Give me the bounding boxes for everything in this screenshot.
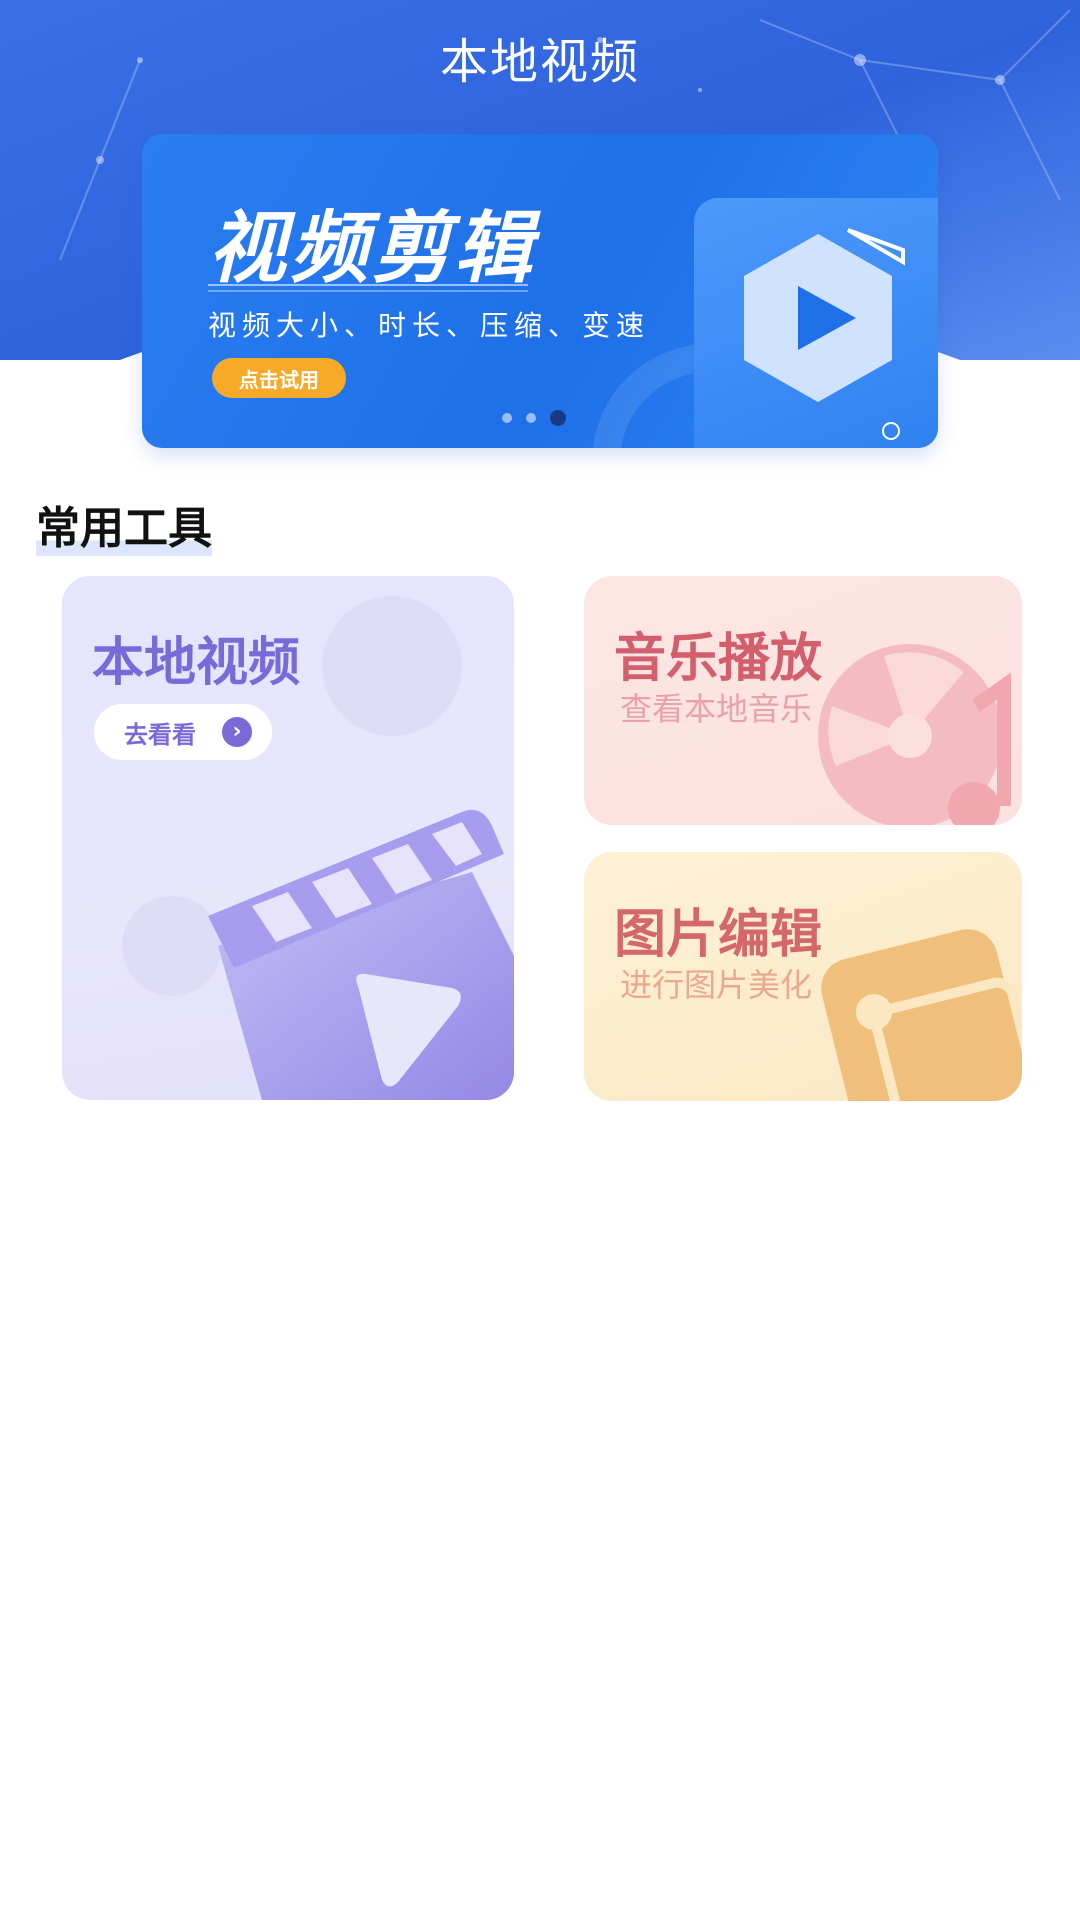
- page-title: 本地视频: [439, 34, 640, 90]
- banner-title: 视频剪辑: [208, 204, 537, 294]
- chevron-right-icon: ›: [222, 717, 252, 747]
- go-see-button[interactable]: 去看看 ›: [94, 704, 272, 760]
- tool-title-music: 音乐播放: [614, 629, 823, 689]
- carousel-dot[interactable]: [526, 413, 536, 423]
- carousel-indicator: [502, 410, 566, 426]
- tool-subtitle-music: 查看本地音乐: [620, 690, 813, 728]
- carousel-dot-active[interactable]: [550, 410, 566, 426]
- tool-title-photo: 图片编辑: [614, 905, 823, 965]
- banner-divider: [208, 284, 528, 292]
- section-title: 常用工具: [36, 492, 212, 556]
- circle-icon: [882, 422, 900, 440]
- go-see-label: 去看看: [124, 720, 196, 749]
- promo-banner[interactable]: 视频剪辑 视频大小、时长、压缩、变速 点击试用: [142, 134, 938, 448]
- tool-card-local-video[interactable]: 本地视频 去看看 ›: [62, 576, 514, 1100]
- tool-card-photo-edit[interactable]: 图片编辑 进行图片美化: [584, 852, 1022, 1101]
- tool-card-music-play[interactable]: 音乐播放 查看本地音乐: [584, 576, 1022, 825]
- banner-try-button[interactable]: 点击试用: [212, 358, 346, 398]
- carousel-dot[interactable]: [502, 413, 512, 423]
- tool-subtitle-photo: 进行图片美化: [620, 966, 813, 1004]
- play-hexagon-icon: [744, 228, 905, 402]
- tool-title-local-video: 本地视频: [92, 633, 301, 693]
- banner-subtitle: 视频大小、时长、压缩、变速: [208, 309, 651, 342]
